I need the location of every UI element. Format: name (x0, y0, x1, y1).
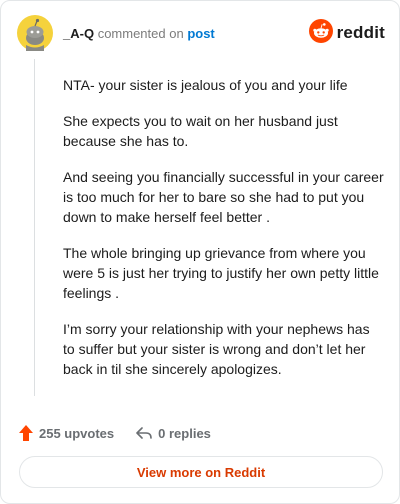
commented-on-text: commented on (97, 26, 184, 41)
comment-paragraph: The whole bringing up grievance from whe… (63, 245, 379, 301)
thread-line (34, 59, 35, 396)
upvote-arrow-icon (19, 425, 33, 441)
comment-paragraph: And seeing you financially successful in… (63, 169, 384, 225)
author-username[interactable]: _A-Q (63, 26, 94, 41)
comment-paragraph: I’m sorry your relationship with your ne… (63, 321, 370, 377)
reply-arrow-icon (136, 427, 152, 439)
embedded-comment-card: _A-Q commented on post reddit NTA- your … (0, 0, 400, 504)
comment-meta: _A-Q commented on post (63, 26, 215, 42)
upvotes-count[interactable]: 255 upvotes (19, 425, 114, 441)
comment-header: _A-Q commented on post reddit (17, 15, 385, 51)
reddit-brand[interactable]: reddit (308, 18, 385, 48)
post-link[interactable]: post (187, 26, 214, 41)
reddit-snoo-icon (308, 18, 333, 48)
replies-label: 0 replies (158, 425, 211, 441)
comment-actions: 255 upvotes 0 replies (19, 423, 211, 443)
upvotes-label: 255 upvotes (39, 425, 115, 441)
comment-paragraph: NTA- your sister is jealous of you and y… (63, 77, 348, 93)
comment-paragraph: She expects you to wait on her husband j… (63, 113, 338, 149)
comment-body: NTA- your sister is jealous of you and y… (63, 75, 385, 379)
view-more-on-reddit-button[interactable]: View more on Reddit (19, 456, 383, 488)
reddit-wordmark: reddit (336, 23, 385, 42)
replies-count[interactable]: 0 replies (136, 426, 211, 441)
snoo-avatar-icon[interactable] (17, 15, 53, 51)
